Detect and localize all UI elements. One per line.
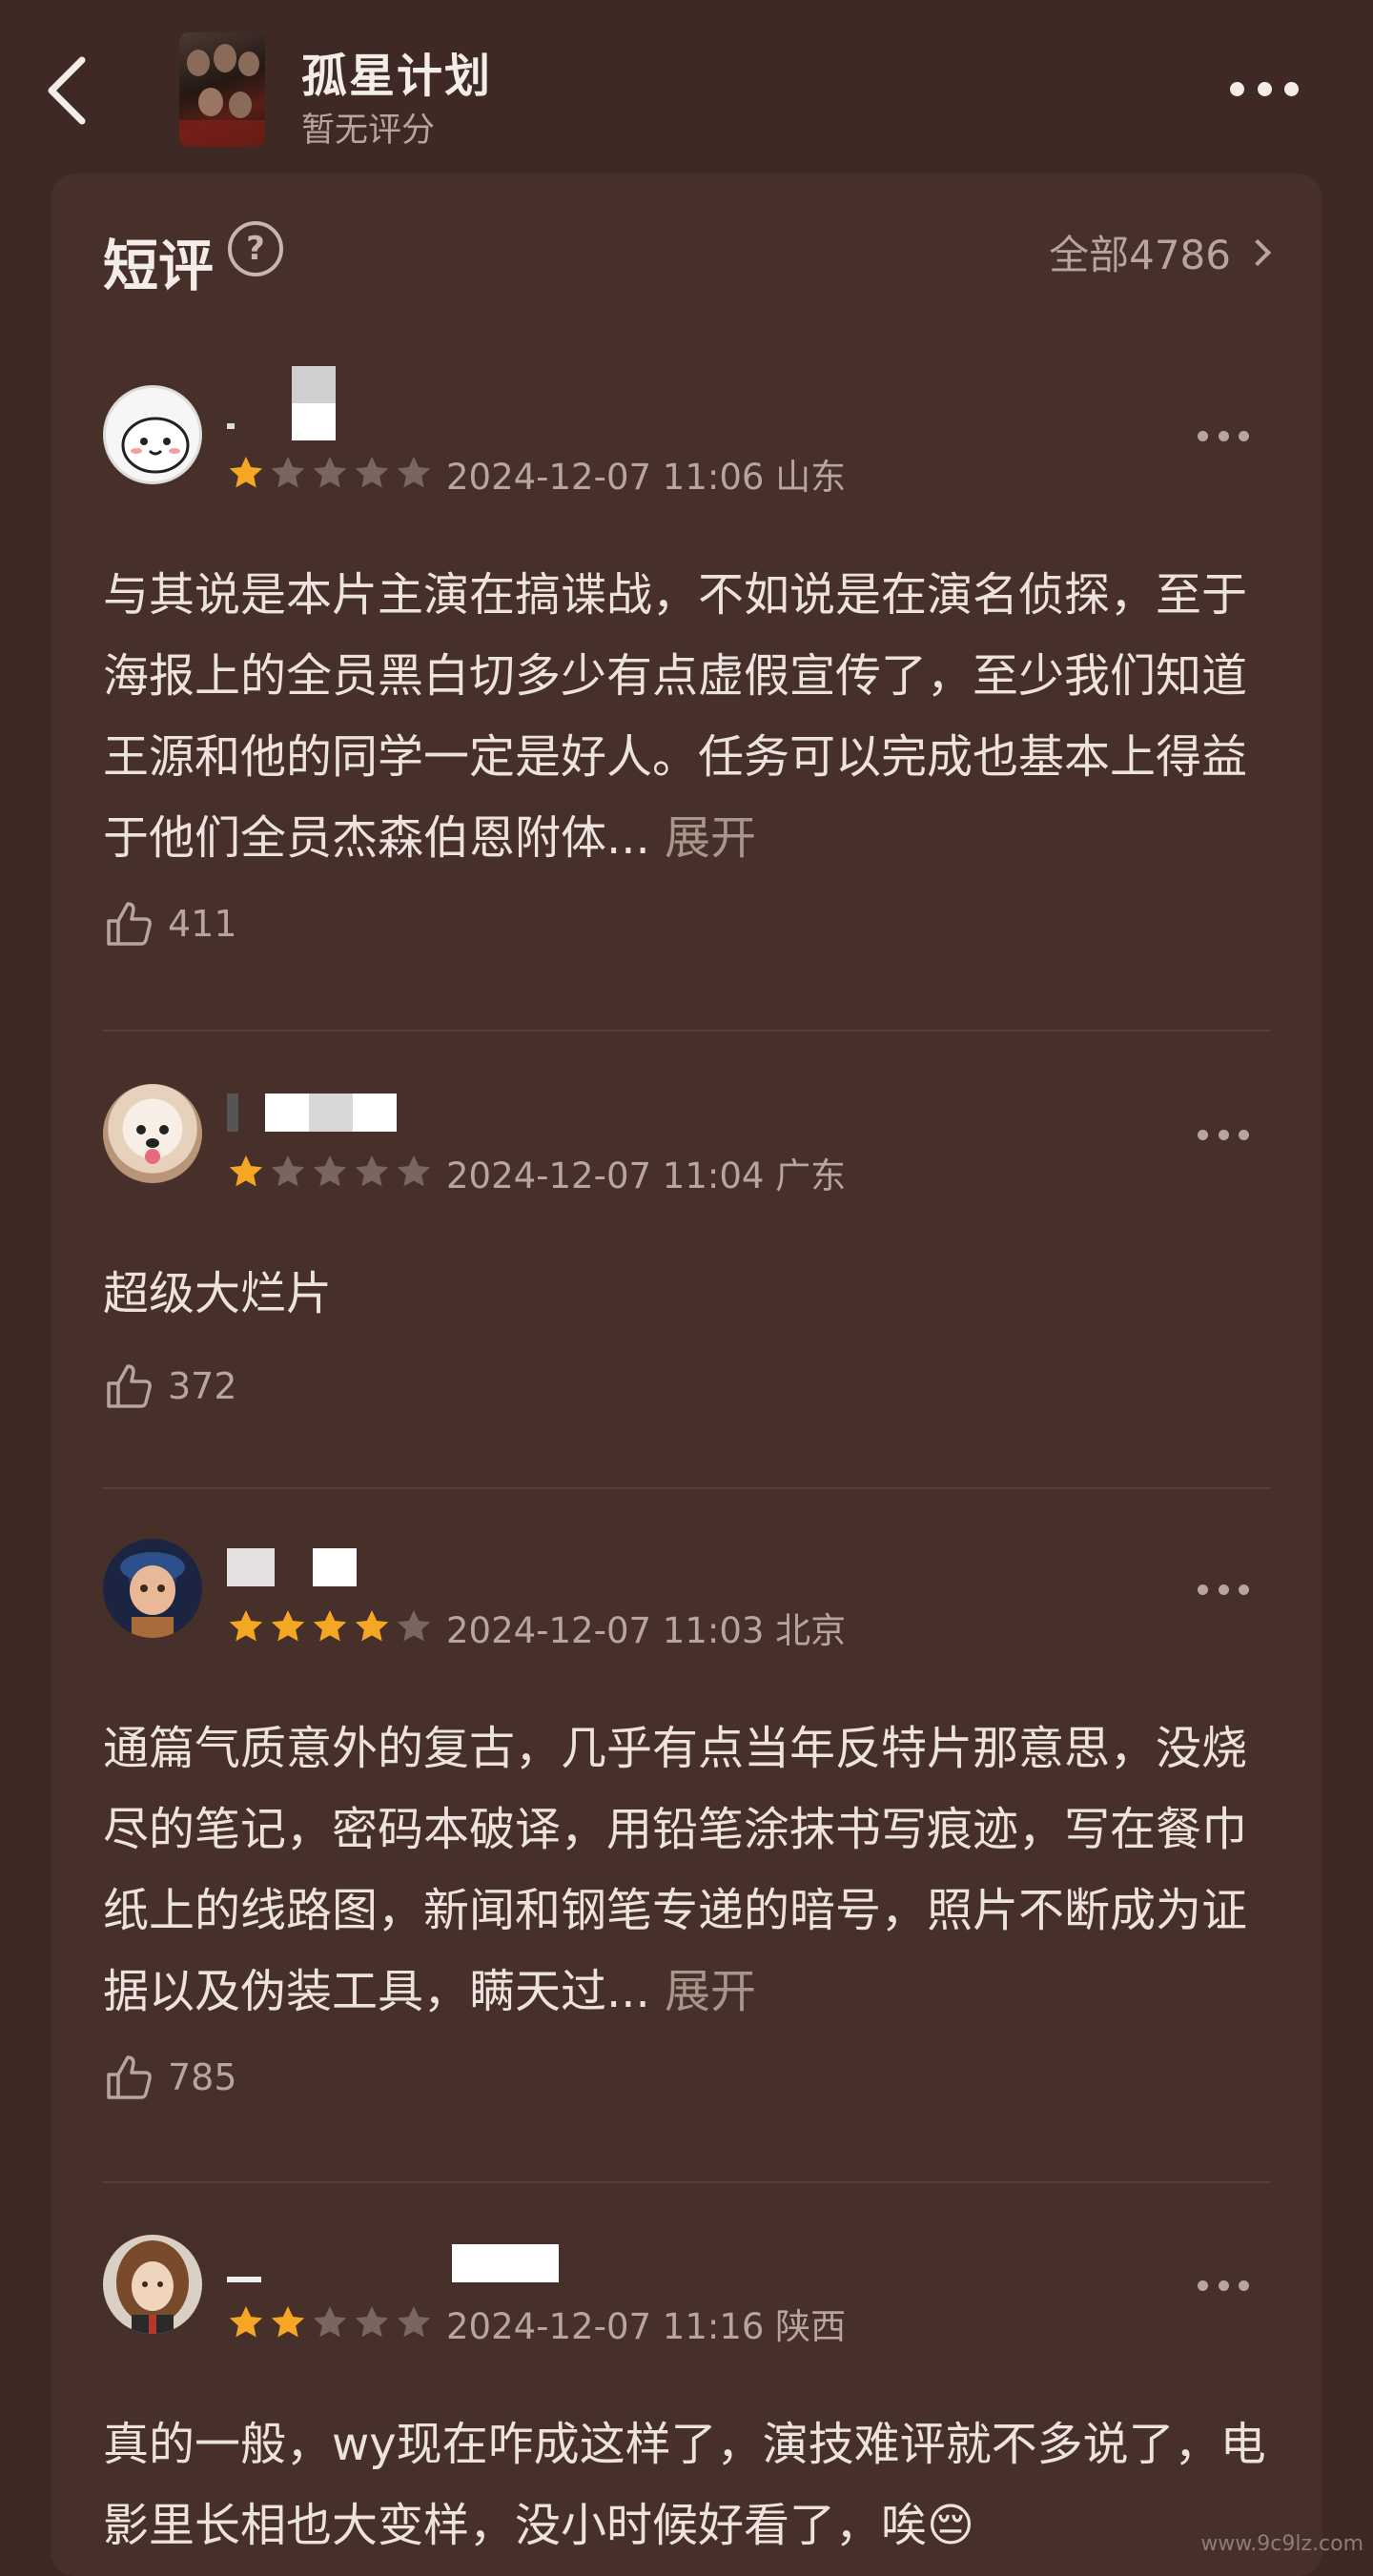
review-more-button[interactable] [1198, 1130, 1249, 1143]
like-button[interactable]: 785 [103, 2052, 237, 2103]
chevron-right-icon [1244, 238, 1271, 265]
watermark: www.9c9lz.com [1200, 2532, 1363, 2556]
star-icon [395, 2303, 433, 2341]
all-reviews-link[interactable]: 全部4786 [1049, 223, 1267, 281]
star-icon [311, 454, 349, 492]
character-avatar-icon [103, 2235, 202, 2334]
review-meta: 2024-12-07 11:04 广东 [446, 1147, 846, 1198]
movie-title: 孤星计划 [301, 38, 492, 105]
rating-stars [227, 1153, 433, 1191]
divider [103, 2181, 1270, 2183]
star-icon [269, 1607, 307, 1646]
avatar[interactable] [103, 1084, 202, 1183]
expand-link[interactable]: 展开 [665, 811, 756, 865]
star-icon [311, 1607, 349, 1646]
more-icon-dot [1284, 82, 1299, 96]
like-button[interactable]: 372 [103, 1360, 237, 1412]
star-icon [269, 2303, 307, 2341]
star-icon [269, 454, 307, 492]
section-title: 短评 [103, 221, 214, 301]
help-icon[interactable]: ? [228, 221, 283, 276]
star-icon [395, 454, 433, 492]
review-text[interactable]: 真的一般，wy现在咋成这样了，演技难评就不多说了，电影里长相也大变样，没小时候好… [103, 2404, 1270, 2566]
like-count: 785 [168, 2056, 237, 2098]
star-icon [227, 1153, 265, 1191]
more-button[interactable] [1230, 76, 1299, 101]
back-icon [46, 54, 88, 127]
all-reviews-label: 全部4786 [1049, 223, 1231, 281]
review-text[interactable]: 通篇气质意外的复古，几乎有点当年反特片那意思，没烧尽的笔记，密码本破译，用铅笔涂… [103, 1708, 1270, 2033]
short-review-card: 短评 ? 全部4786 2024-12-07 11:06 山东 与其说是本片主演… [51, 174, 1322, 2576]
review-more-button[interactable] [1198, 1584, 1249, 1598]
star-icon [311, 2303, 349, 2341]
review-meta: 2024-12-07 11:06 山东 [446, 448, 846, 500]
avatar[interactable] [103, 1539, 202, 1638]
star-icon [227, 2303, 265, 2341]
review-text[interactable]: 超级大烂片 [103, 1254, 1270, 1335]
username-masked[interactable] [227, 1548, 357, 1586]
character-avatar-icon [103, 1539, 202, 1638]
username-masked[interactable] [227, 395, 336, 433]
star-icon [353, 1607, 391, 1646]
star-icon [395, 1153, 433, 1191]
review-more-button[interactable] [1198, 2280, 1249, 2294]
like-count: 372 [168, 1365, 237, 1407]
rating-stars [227, 454, 433, 492]
star-icon [353, 2303, 391, 2341]
thumb-up-icon [103, 2052, 154, 2103]
movie-rating-status: 暂无评分 [301, 103, 435, 152]
username-masked[interactable] [227, 1094, 397, 1132]
review-meta: 2024-12-07 11:16 陕西 [446, 2298, 846, 2349]
thumb-up-icon [103, 898, 154, 950]
thumb-up-icon [103, 1360, 154, 1412]
like-count: 411 [168, 903, 237, 945]
star-icon [311, 1153, 349, 1191]
avatar[interactable] [103, 385, 202, 484]
star-icon [395, 1607, 433, 1646]
username-masked[interactable] [227, 2244, 559, 2282]
review-text[interactable]: 与其说是本片主演在搞谍战，不如说是在演名侦探，至于海报上的全员黑白切多少有点虚假… [103, 555, 1270, 879]
top-bar: 孤星计划 暂无评分 [0, 0, 1373, 174]
dog-avatar-icon [103, 1084, 202, 1183]
like-button[interactable]: 411 [103, 898, 237, 950]
avatar[interactable] [103, 2235, 202, 2334]
review-meta: 2024-12-07 11:03 北京 [446, 1602, 846, 1653]
more-icon-dot [1258, 82, 1272, 96]
star-icon [269, 1153, 307, 1191]
review-more-button[interactable] [1198, 431, 1249, 444]
rating-stars [227, 2303, 433, 2341]
avatar-face-icon [106, 388, 202, 484]
expand-link[interactable]: 展开 [665, 1965, 756, 2018]
star-icon [353, 454, 391, 492]
back-button[interactable] [38, 52, 95, 129]
rating-stars [227, 1607, 433, 1646]
star-icon [227, 454, 265, 492]
star-icon [353, 1153, 391, 1191]
star-icon [227, 1607, 265, 1646]
more-icon-dot [1230, 82, 1244, 96]
divider [103, 1030, 1270, 1032]
movie-poster[interactable] [179, 32, 265, 147]
divider [103, 1487, 1270, 1489]
